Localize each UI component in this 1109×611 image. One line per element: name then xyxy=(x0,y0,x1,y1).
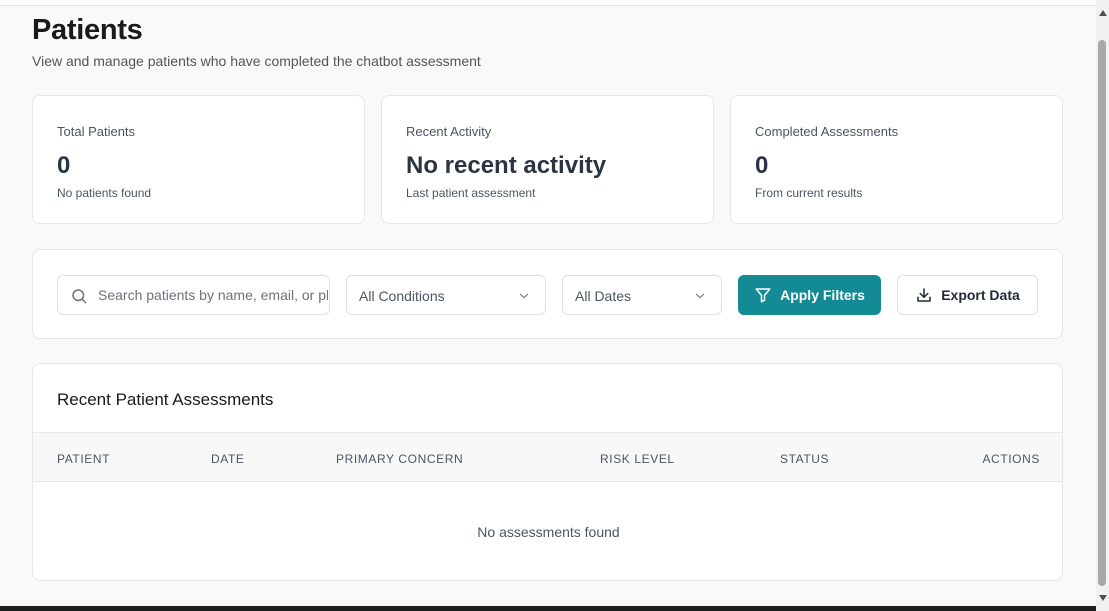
column-header-primary-concern[interactable]: PRIMARY CONCERN xyxy=(336,452,463,466)
taskbar-strip xyxy=(0,606,1096,611)
stat-card-recent-activity: Recent Activity No recent activity Last … xyxy=(381,95,714,224)
stat-value: No recent activity xyxy=(406,152,607,179)
scroll-up-arrow-icon[interactable] xyxy=(1099,10,1107,16)
stat-subtext: From current results xyxy=(755,186,863,200)
chevron-down-icon xyxy=(519,293,529,299)
table-header: PATIENT DATE PRIMARY CONCERN RISK LEVEL … xyxy=(33,432,1062,482)
assessments-table-card: Recent Patient Assessments PATIENT DATE … xyxy=(32,363,1063,581)
stat-subtext: No patients found xyxy=(57,186,152,200)
stat-label: Completed Assessments xyxy=(755,124,899,139)
filter-icon xyxy=(755,288,771,303)
search-icon xyxy=(72,289,87,304)
search-box[interactable] xyxy=(57,275,330,315)
stat-card-total-patients: Total Patients 0 No patients found xyxy=(32,95,365,224)
stat-label: Recent Activity xyxy=(406,124,492,139)
apply-filters-label: Apply Filters xyxy=(780,287,865,303)
search-input[interactable] xyxy=(98,276,328,314)
filter-bar: All Conditions All Dates Apply Filters E… xyxy=(32,249,1063,339)
conditions-select[interactable]: All Conditions xyxy=(346,275,546,315)
export-data-label: Export Data xyxy=(941,287,1020,303)
scroll-thumb[interactable] xyxy=(1098,40,1106,586)
column-header-status[interactable]: STATUS xyxy=(780,452,829,466)
chevron-down-icon xyxy=(695,293,705,299)
stat-value: 0 xyxy=(57,152,71,179)
stat-value: 0 xyxy=(755,152,769,179)
column-header-actions: ACTIONS xyxy=(982,452,1040,466)
export-data-button[interactable]: Export Data xyxy=(897,275,1038,315)
download-icon xyxy=(917,288,931,302)
stat-label: Total Patients xyxy=(57,124,136,139)
page-title: Patients xyxy=(32,14,143,46)
stat-card-completed-assessments: Completed Assessments 0 From current res… xyxy=(730,95,1063,224)
page-subtitle: View and manage patients who have comple… xyxy=(32,53,481,69)
column-header-date[interactable]: DATE xyxy=(211,452,245,466)
table-title: Recent Patient Assessments xyxy=(57,390,274,409)
dates-select[interactable]: All Dates xyxy=(562,275,722,315)
scroll-down-arrow-icon[interactable] xyxy=(1099,595,1107,601)
vertical-scrollbar[interactable] xyxy=(1096,0,1109,611)
top-border xyxy=(0,0,1096,6)
column-header-patient[interactable]: PATIENT xyxy=(57,452,110,466)
stat-subtext: Last patient assessment xyxy=(406,186,536,200)
empty-state-message: No assessments found xyxy=(477,524,620,540)
dates-select-value: All Dates xyxy=(575,288,632,304)
column-header-risk-level[interactable]: RISK LEVEL xyxy=(600,452,675,466)
apply-filters-button[interactable]: Apply Filters xyxy=(738,275,881,315)
conditions-select-value: All Conditions xyxy=(359,288,445,304)
